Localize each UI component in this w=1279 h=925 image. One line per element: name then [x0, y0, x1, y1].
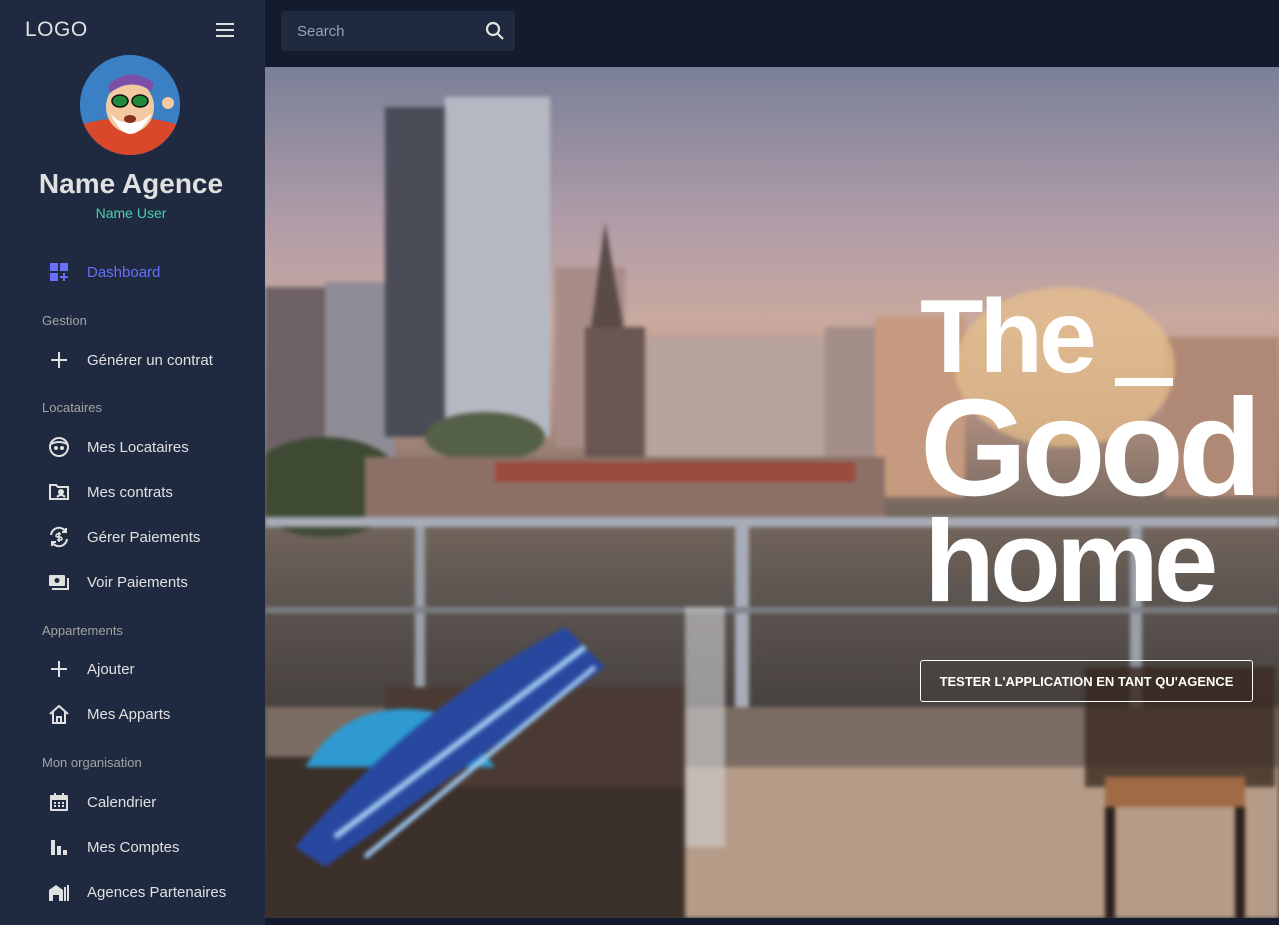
sidebar-item-mes-comptes[interactable]: Mes Comptes	[0, 827, 265, 867]
section-title-gestion: Gestion	[42, 313, 87, 328]
sidebar-item-label: Générer un contrat	[87, 351, 213, 369]
buildings-icon	[48, 881, 70, 903]
agency-name: Name Agence	[38, 168, 224, 199]
search-icon[interactable]	[483, 19, 507, 43]
sidebar-item-label: Voir Paiements	[87, 573, 188, 591]
user-name: Name User	[95, 205, 167, 221]
section-title-locataires: Locataires	[42, 400, 102, 415]
test-as-agency-button[interactable]: TESTER L'APPLICATION EN TANT QU'AGENCE	[920, 660, 1253, 702]
sidebar-item-voir-paiements[interactable]: Voir Paiements	[0, 562, 265, 602]
plus-icon	[48, 349, 70, 371]
section-title-appartements: Appartements	[42, 623, 123, 638]
sidebar: LOGO Name Agence Name User Dashboard Ges…	[0, 0, 265, 925]
sidebar-item-mes-locataires[interactable]: Mes Locataires	[0, 427, 265, 467]
logo: LOGO	[25, 18, 88, 41]
hero-banner: The Good home TESTER L'APPLICATION EN TA…	[265, 67, 1279, 918]
menu-icon[interactable]	[212, 18, 238, 42]
sidebar-item-gerer-paiements[interactable]: Gérer Paiements	[0, 517, 265, 557]
payments-icon	[48, 571, 70, 593]
sidebar-item-label: Calendrier	[87, 793, 157, 811]
folder-user-icon	[48, 481, 70, 503]
sidebar-item-label: Mes contrats	[87, 483, 173, 501]
search-input[interactable]	[281, 11, 481, 51]
sidebar-item-dashboard[interactable]: Dashboard	[0, 252, 265, 292]
bar-chart-icon	[48, 836, 70, 858]
sidebar-item-label: Dashboard	[87, 263, 161, 281]
calendar-icon	[48, 791, 70, 813]
dashboard-icon	[48, 261, 70, 283]
section-title-mon-organisation: Mon organisation	[42, 755, 142, 770]
sidebar-item-label: Ajouter	[87, 660, 135, 678]
sidebar-item-label: Mes Locataires	[87, 438, 189, 456]
sidebar-item-label: Mes Comptes	[87, 838, 180, 856]
sidebar-item-label: Gérer Paiements	[87, 528, 201, 546]
plus-icon	[48, 658, 70, 680]
search-bar	[281, 11, 515, 51]
sidebar-item-label: Mes Apparts	[87, 705, 171, 723]
face-icon	[48, 436, 70, 458]
sidebar-item-agences-partenaires[interactable]: Agences Partenaires	[0, 872, 265, 912]
sidebar-item-ajouter[interactable]: Ajouter	[0, 649, 265, 689]
sidebar-item-label: Agences Partenaires	[87, 883, 227, 901]
currency-exchange-icon	[48, 526, 70, 548]
house-icon	[48, 703, 70, 725]
sidebar-item-calendrier[interactable]: Calendrier	[0, 782, 265, 822]
sidebar-item-mes-contrats[interactable]: Mes contrats	[0, 472, 265, 512]
sidebar-item-mes-apparts[interactable]: Mes Apparts	[0, 694, 265, 734]
avatar	[80, 55, 180, 155]
sidebar-item-generer-contrat[interactable]: Générer un contrat	[0, 340, 265, 380]
headline-line-3: home	[924, 496, 1218, 626]
